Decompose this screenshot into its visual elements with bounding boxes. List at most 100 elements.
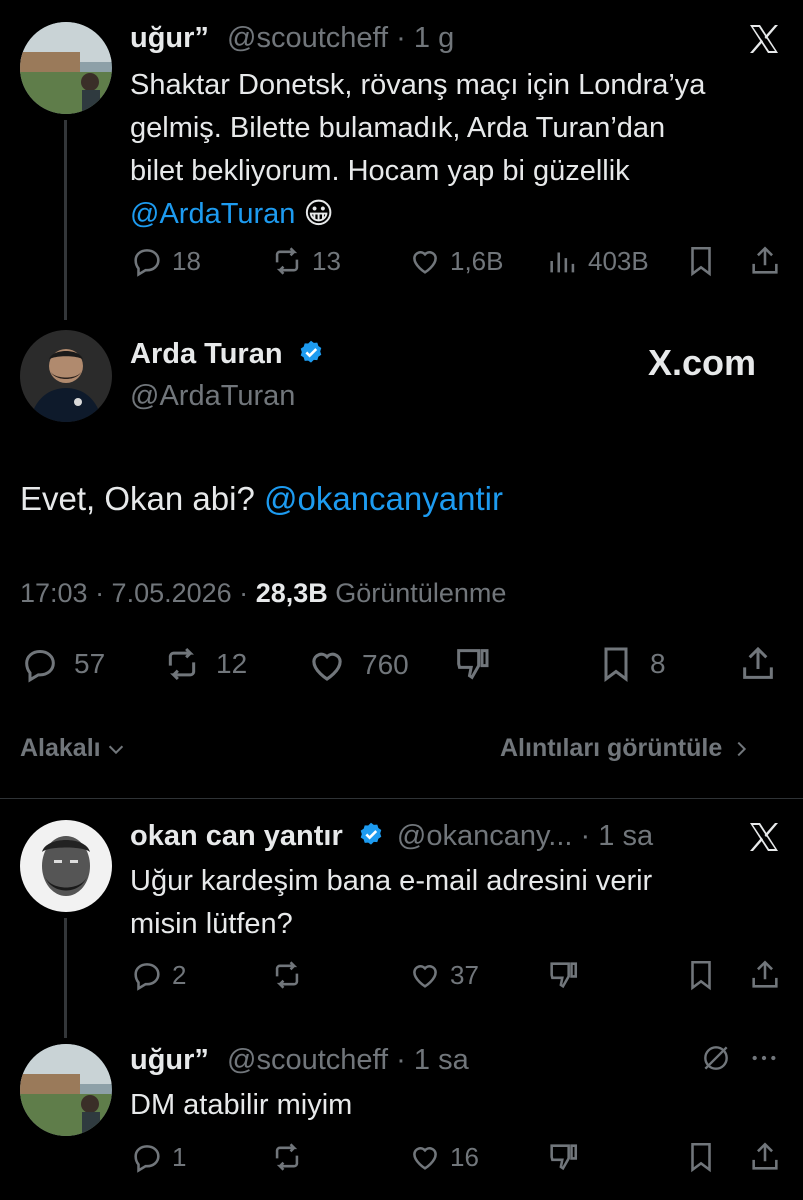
downvote-button[interactable] (546, 1140, 580, 1174)
retweet-count: 12 (216, 648, 248, 679)
reply-count: 18 (172, 245, 201, 276)
author-name[interactable]: okan can yantır (130, 820, 343, 852)
relevance-label: Alakalı (20, 734, 101, 762)
x-logo-icon (748, 24, 780, 59)
main-author: Arda Turan (130, 338, 325, 371)
like-button[interactable]: 16 (408, 1140, 479, 1174)
x-logo-icon (748, 822, 780, 857)
tweet-header: uğur” @scoutcheff · 1 g (130, 22, 454, 55)
bookmark-button[interactable] (684, 958, 718, 992)
share-button[interactable] (748, 958, 782, 992)
retweet-icon (275, 961, 299, 989)
tweet-time[interactable]: · 1 sa (396, 1044, 469, 1076)
timestamp[interactable]: 17:03 · 7.05.2026 · (20, 578, 248, 608)
x-com-watermark: X.com (648, 342, 757, 383)
share-button[interactable] (738, 644, 778, 684)
grok-icon[interactable] (700, 1042, 732, 1079)
chevron-right-icon (737, 741, 747, 756)
avatar[interactable] (20, 330, 112, 422)
mention-link[interactable]: @okancanyantir (264, 480, 503, 517)
bookmark-count: 8 (650, 648, 666, 679)
like-button[interactable]: 37 (408, 958, 479, 992)
avatar-image (20, 22, 112, 114)
tweet-header: okan can yantır @okancany... · 1 sa (130, 820, 653, 853)
bookmark-button[interactable]: 8 (596, 644, 666, 684)
retweet-icon (168, 647, 196, 681)
avatar-image (20, 1044, 112, 1136)
grinning-emoji: 😀 (303, 198, 334, 230)
author-handle[interactable]: @okancany... (397, 820, 573, 852)
like-count: 16 (450, 1141, 479, 1172)
views-label: Görüntülenme (335, 578, 507, 608)
thumbs-down-icon (550, 962, 578, 989)
thread-line (64, 120, 67, 320)
retweet-icon (275, 1143, 299, 1171)
bookmark-icon (691, 960, 711, 991)
downvote-button[interactable] (452, 644, 492, 684)
author-handle[interactable]: @ArdaTuran (130, 380, 295, 413)
tweet-time[interactable]: · 1 g (396, 22, 454, 54)
retweet-button[interactable]: 12 (162, 644, 247, 684)
tweet-line: Uğur kardeşim bana e-mail adresini verir (130, 865, 653, 897)
share-button[interactable] (748, 244, 782, 278)
retweet-button[interactable] (270, 1140, 304, 1174)
views-count: 28,3B (255, 578, 328, 608)
share-icon (752, 1142, 778, 1170)
tweet-body: Evet, Okan abi? (20, 480, 255, 517)
tweet-line: gelmiş. Bilette bulamadık, Arda Turan’da… (130, 112, 666, 144)
divider (0, 798, 803, 799)
author-name[interactable]: uğur” (130, 22, 209, 54)
views-count: 403B (588, 245, 649, 276)
reply-icon (25, 649, 55, 683)
tweet-line: Shaktar Donetsk, rövanş maçı için Londra… (130, 69, 706, 101)
reply-icon (134, 1145, 160, 1173)
retweet-button[interactable]: 13 (270, 244, 341, 278)
reply-icon (134, 963, 160, 991)
tweet-meta: 17:03 · 7.05.2026 · 28,3B Görüntülenme (20, 578, 506, 609)
reply-button[interactable]: 57 (20, 644, 105, 684)
mention-link[interactable]: @ArdaTuran (130, 198, 295, 230)
avatar[interactable] (20, 820, 112, 912)
share-icon (743, 646, 773, 679)
more-options-icon[interactable] (748, 1042, 780, 1079)
views-button[interactable]: 403B (546, 244, 649, 278)
share-icon (752, 246, 778, 274)
reply-count: 2 (172, 959, 187, 990)
retweet-count: 13 (312, 245, 341, 276)
share-icon (752, 960, 778, 988)
thumbs-down-icon (550, 1144, 578, 1171)
author-handle[interactable]: @scoutcheff (227, 22, 388, 54)
bookmark-button[interactable] (684, 244, 718, 278)
like-button[interactable]: 1,6B (408, 244, 504, 278)
reply-button[interactable]: 2 (130, 958, 186, 992)
avatar-image (20, 820, 112, 912)
downvote-button[interactable] (546, 958, 580, 992)
bookmark-icon (691, 1142, 711, 1173)
verified-badge-icon (360, 822, 382, 845)
tweet-line: misin lütfen? (130, 908, 293, 940)
bookmark-button[interactable] (684, 1140, 718, 1174)
tweet-time[interactable]: · 1 sa (581, 820, 654, 852)
retweet-icon (275, 247, 299, 275)
avatar[interactable] (20, 1044, 112, 1136)
author-handle[interactable]: @scoutcheff (227, 1044, 388, 1076)
tweet-text: Evet, Okan abi? @okancanyantir (20, 480, 503, 518)
share-button[interactable] (748, 1140, 782, 1174)
relevance-dropdown[interactable]: Alakalı (20, 734, 127, 763)
reply-button[interactable]: 18 (130, 244, 201, 278)
thumbs-down-icon (457, 649, 489, 680)
verified-badge-icon (300, 340, 321, 363)
tweet-header: uğur” @scoutcheff · 1 sa (130, 1044, 469, 1077)
avatar[interactable] (20, 22, 112, 114)
like-count: 1,6B (450, 245, 504, 276)
like-button[interactable]: 760 (306, 644, 409, 686)
avatar-image (20, 330, 112, 422)
tweet-text: DM atabilir miyim (130, 1089, 353, 1121)
retweet-button[interactable] (270, 958, 304, 992)
reply-button[interactable]: 1 (130, 1140, 186, 1174)
bookmark-icon (604, 647, 628, 682)
view-quotes-link[interactable]: Alıntıları görüntüle (500, 734, 752, 763)
author-name[interactable]: Arda Turan (130, 338, 283, 370)
author-name[interactable]: uğur” (130, 1044, 209, 1076)
bookmark-icon (691, 246, 711, 277)
